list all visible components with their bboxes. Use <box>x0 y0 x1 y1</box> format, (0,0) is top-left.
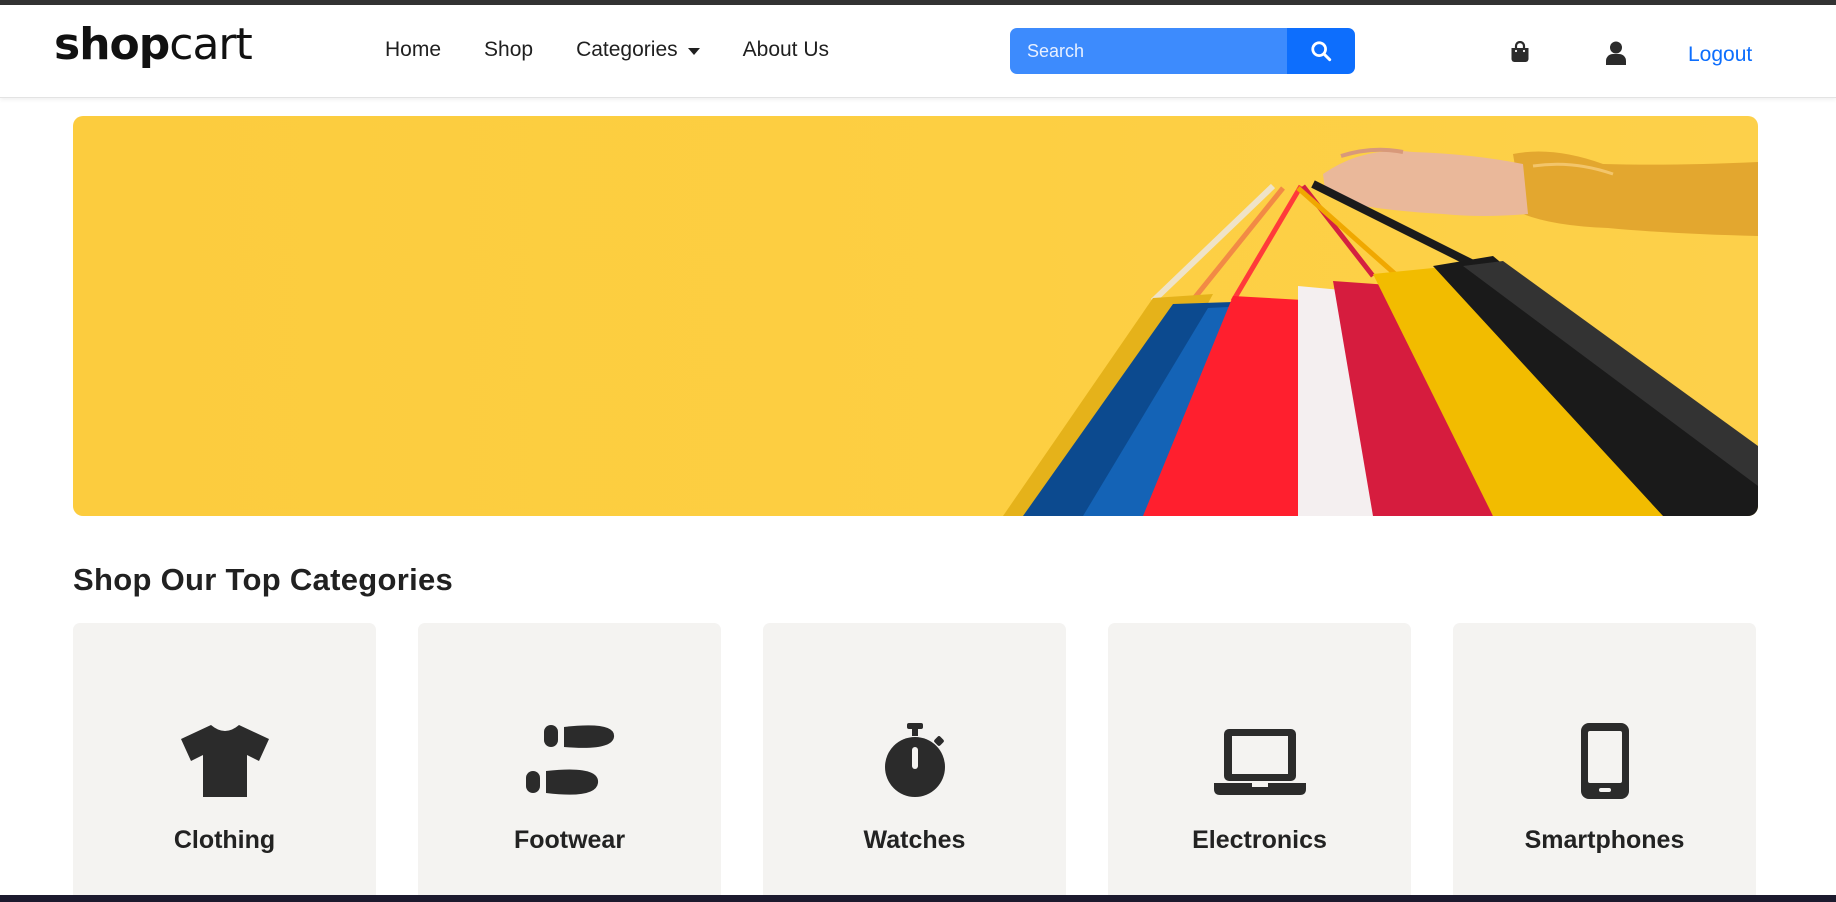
laptop-icon <box>1212 723 1308 799</box>
search-input[interactable] <box>1010 28 1287 74</box>
nav-link-about-us[interactable]: About Us <box>743 38 829 62</box>
shopping-bags-image <box>1003 147 1758 516</box>
category-label: Clothing <box>173 826 276 854</box>
main-nav: Home Shop Categories About Us <box>385 38 872 62</box>
search-icon <box>1311 41 1332 62</box>
search-button[interactable] <box>1287 28 1355 74</box>
nav-link-categories-label: Categories <box>576 38 678 61</box>
bottom-border <box>0 895 1836 902</box>
category-label: Electronics <box>1192 826 1327 854</box>
shoe-prints-icon <box>522 723 618 799</box>
category-card-electronics[interactable]: Electronics <box>1108 623 1411 902</box>
mobile-phone-icon <box>1557 723 1653 799</box>
category-card-smartphones[interactable]: Smartphones <box>1453 623 1756 902</box>
brand-logo[interactable]: shopcart <box>54 23 253 67</box>
category-card-watches[interactable]: Watches <box>763 623 1066 902</box>
category-card-clothing[interactable]: Clothing <box>73 623 376 902</box>
stopwatch-icon <box>867 723 963 799</box>
user-icon <box>1606 41 1626 65</box>
nav-link-home[interactable]: Home <box>385 38 441 62</box>
section-title: Shop Our Top Categories <box>73 562 454 597</box>
account-button[interactable] <box>1605 41 1627 65</box>
search-form <box>1010 28 1355 74</box>
shopping-bag-icon <box>1511 41 1529 62</box>
nav-link-shop[interactable]: Shop <box>484 38 533 62</box>
category-cards: Clothing Footwear Watches Electronics Sm… <box>73 623 1756 902</box>
brand-logo-part1: shop <box>54 19 170 70</box>
category-label: Watches <box>863 826 966 854</box>
category-card-footwear[interactable]: Footwear <box>418 623 721 902</box>
navbar: shopcart Home Shop Categories About Us S… <box>0 5 1836 98</box>
cart-button[interactable] <box>1510 41 1530 63</box>
nav-link-categories[interactable]: Categories <box>576 38 700 62</box>
logout-link[interactable]: Logout <box>1688 43 1752 67</box>
category-label: Smartphones <box>1524 826 1685 854</box>
category-label: Footwear <box>513 826 626 854</box>
hero-banner <box>73 116 1758 516</box>
tshirt-icon <box>177 723 273 799</box>
caret-down-icon <box>687 47 700 55</box>
brand-logo-part2: cart <box>169 19 252 70</box>
